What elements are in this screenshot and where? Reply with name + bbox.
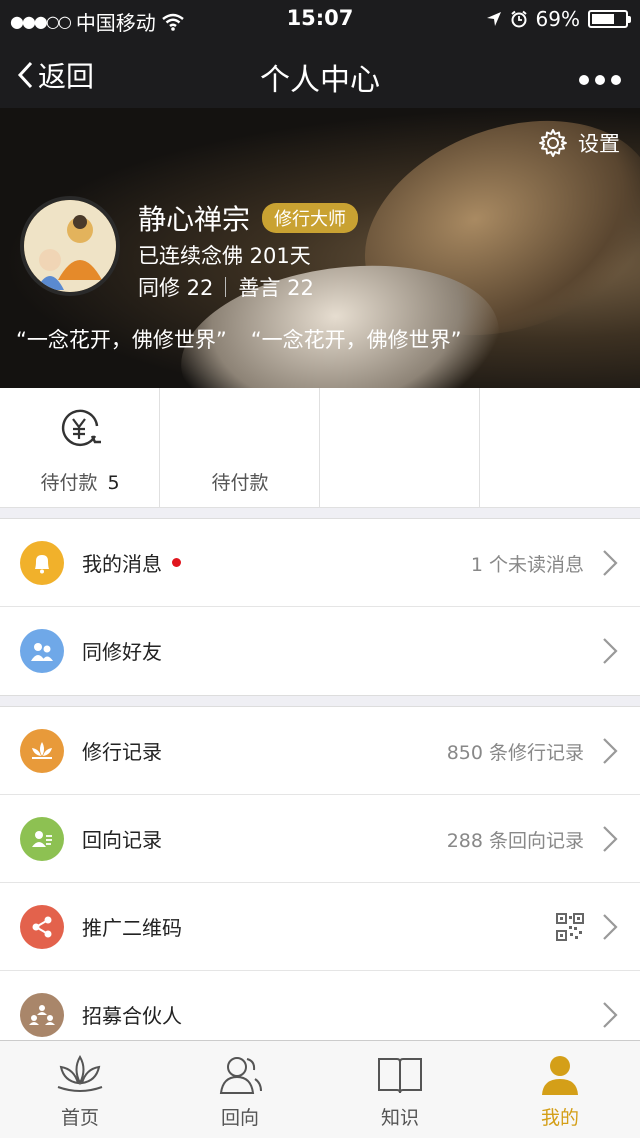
nav-bar: 返回 个人中心	[0, 38, 640, 108]
promo-qrcode-label: 推广二维码	[82, 916, 182, 940]
dedication-records-label: 回向记录	[82, 828, 162, 852]
practice-records-count: 850 条修行记录	[446, 742, 584, 764]
tab-dedication[interactable]: 回向	[160, 1041, 320, 1138]
chevron-right-icon	[603, 1002, 618, 1028]
battery-percent: 69%	[535, 7, 580, 31]
avatar[interactable]	[20, 196, 120, 296]
order-pending-count: 5	[107, 472, 120, 494]
partner-group-icon	[20, 993, 64, 1037]
profile-header: 设置 静心禅宗 修行大师 已连续念佛 201天 同修 22 善言 22 “一念花…	[0, 108, 640, 388]
fellow-count[interactable]: 同修 22	[138, 272, 213, 302]
more-button[interactable]	[578, 60, 622, 93]
share-icon	[20, 905, 64, 949]
yuan-payment-icon	[61, 409, 101, 446]
more-dots-icon	[579, 75, 621, 85]
order-pending-label-2: 待付款	[211, 472, 269, 494]
order-cell-empty-3	[320, 388, 480, 508]
friends-icon	[20, 629, 64, 673]
order-pending-label: 待付款 5	[0, 468, 160, 495]
status-bar: ●●●○○ 中国移动 15:07 69%	[0, 0, 640, 38]
lotus-home-icon	[57, 1055, 103, 1092]
order-cell-empty-4	[480, 388, 640, 508]
battery-fill	[592, 14, 615, 24]
book-icon	[378, 1058, 422, 1094]
buddha-avatar-image	[24, 200, 116, 292]
stats-divider	[225, 277, 227, 297]
order-pending-text: 待付款	[40, 472, 98, 494]
good-words-count[interactable]: 善言 22	[238, 272, 313, 302]
user-name: 静心禅宗	[138, 203, 251, 236]
qrcode-icon	[556, 913, 584, 941]
settings-button[interactable]: 设置	[538, 128, 620, 158]
order-pending-payment-2[interactable]: 待付款	[160, 388, 320, 508]
chevron-right-icon	[603, 550, 618, 576]
promo-qrcode-row[interactable]: 推广二维码	[0, 883, 640, 971]
user-motto: “一念花开，佛修世界” “一念花开，佛修世界”	[16, 324, 462, 354]
list-group-social: 我的消息 1 个未读消息 同修好友	[0, 518, 640, 696]
fellow-friends-label: 同修好友	[82, 640, 162, 664]
user-stats: 同修 22 善言 22	[138, 272, 314, 302]
user-profile-icon	[542, 1056, 578, 1095]
contact-card-icon	[20, 817, 64, 861]
rank-badge: 修行大师	[262, 203, 359, 233]
tab-mine-label: 我的	[540, 1107, 579, 1129]
my-messages-row[interactable]: 我的消息 1 个未读消息	[0, 519, 640, 607]
unread-dot	[172, 558, 181, 567]
dedication-records-row[interactable]: 回向记录 288 条回向记录	[0, 795, 640, 883]
order-status-row: 待付款 5 待付款	[0, 388, 640, 508]
unread-messages-count: 1 个未读消息	[470, 554, 584, 576]
page-title: 个人中心	[260, 63, 380, 98]
tab-home-label: 首页	[60, 1107, 99, 1129]
list-group-records: 修行记录 850 条修行记录 回向记录 288 条回向记录 推广二维码 招募合伙…	[0, 706, 640, 1060]
user-name-row: 静心禅宗 修行大师	[138, 198, 359, 238]
dedication-records-count: 288 条回向记录	[446, 830, 584, 852]
settings-label: 设置	[578, 132, 620, 156]
people-icon	[219, 1057, 262, 1094]
chevron-right-icon	[603, 638, 618, 664]
chevron-right-icon	[603, 914, 618, 940]
tab-knowledge-label: 知识	[380, 1107, 419, 1129]
recruit-partner-label: 招募合伙人	[82, 1004, 182, 1028]
fellow-friends-row[interactable]: 同修好友	[0, 607, 640, 695]
location-icon	[486, 12, 501, 26]
tab-home[interactable]: 首页	[0, 1041, 160, 1138]
tab-dedication-label: 回向	[220, 1107, 259, 1129]
alarm-icon	[510, 10, 527, 28]
tab-bar: 首页 回向 知识 我的	[0, 1040, 640, 1138]
order-pending-payment[interactable]: 待付款 5	[0, 388, 160, 508]
battery-icon	[588, 10, 631, 28]
my-messages-label: 我的消息	[82, 552, 162, 576]
chant-streak: 已连续念佛 201天	[138, 244, 311, 268]
gear-icon	[539, 129, 567, 157]
motto-text-1: “一念花开，佛修世界”	[16, 328, 227, 352]
practice-records-row[interactable]: 修行记录 850 条修行记录	[0, 707, 640, 795]
chevron-right-icon	[603, 738, 618, 764]
bell-icon	[20, 541, 64, 585]
tab-mine[interactable]: 我的	[480, 1041, 640, 1138]
motto-text-2: “一念花开，佛修世界”	[250, 328, 462, 352]
my-messages-label-wrap: 我的消息	[82, 548, 181, 577]
lotus-icon	[20, 729, 64, 773]
status-right: 69%	[486, 7, 631, 31]
tab-knowledge[interactable]: 知识	[320, 1041, 480, 1138]
chevron-right-icon	[603, 826, 618, 852]
practice-records-label: 修行记录	[82, 740, 162, 764]
